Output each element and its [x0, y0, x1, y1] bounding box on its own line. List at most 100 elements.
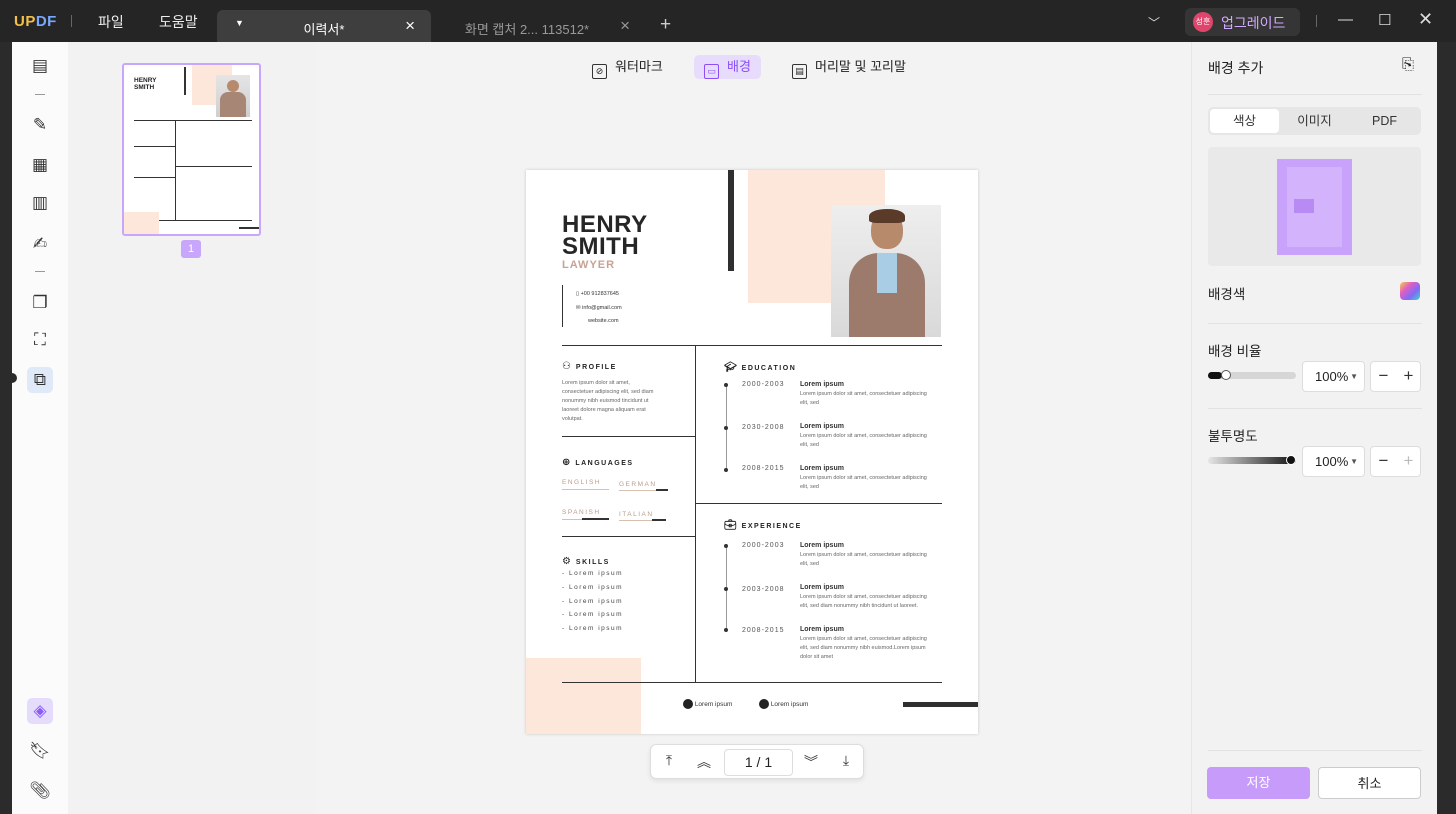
window-close-icon[interactable]: ✕ — [1418, 9, 1433, 30]
tab-color[interactable]: 색상 — [1210, 109, 1279, 133]
left-toolbar: ▤ ✎ ▦ ▥ ✍ ❐ ⛶ ⧉ ◈ 🔖︎ 📎︎ — [12, 42, 68, 814]
apply-pages-icon[interactable]: ⎘ — [1402, 56, 1414, 73]
minus-icon[interactable]: − — [1371, 366, 1396, 386]
bg-color-label: 배경색 — [1208, 287, 1246, 302]
skills-heading: ⚙ SKILLS — [562, 556, 610, 567]
tab-title: 화면 캡처 2... 113512* — [464, 22, 590, 37]
opacity-slider[interactable] — [1208, 455, 1296, 465]
last-page-icon[interactable]: ⤓ — [836, 752, 856, 769]
first-page-icon[interactable]: ⤒ — [659, 752, 679, 769]
upgrade-label: 업그레이드 — [1221, 15, 1286, 31]
page-tools-icon[interactable]: ⧉ — [27, 367, 53, 393]
close-tab-icon[interactable]: × — [620, 16, 630, 36]
avatar: 성훈 — [1193, 12, 1213, 32]
facebook-icon — [759, 699, 769, 709]
menu-file[interactable]: 파일 — [98, 12, 124, 32]
ratio-select[interactable]: 100% ▼ — [1302, 361, 1365, 392]
toolbar-divider — [35, 271, 45, 272]
maximize-icon[interactable]: ☐ — [1378, 11, 1391, 29]
gear-icon: ⚙ — [562, 556, 573, 567]
current-page: 1 — [744, 754, 753, 770]
language-item: ITALIAN — [619, 511, 654, 518]
experience-title: EXPERIENCE — [741, 523, 802, 530]
section-rule — [562, 436, 695, 437]
watermark-icon: ⊘ — [592, 64, 607, 79]
skill-item: - Lorem ipsum — [562, 598, 624, 605]
experience-heading: 💼︎ EXPERIENCE — [724, 520, 802, 531]
twitter-icon — [683, 699, 693, 709]
menu-help[interactable]: 도움말 — [159, 12, 198, 32]
upgrade-button[interactable]: 성훈 업그레이드 — [1185, 8, 1300, 36]
panel-divider — [1208, 408, 1422, 409]
opacity-label: 불투명도 — [1208, 429, 1258, 444]
attachment-icon[interactable]: 📎︎ — [29, 780, 51, 802]
phone-text: ▯ +00 912837645 — [576, 291, 619, 297]
minus-icon[interactable]: − — [1371, 451, 1396, 471]
sign-icon[interactable]: ✍ — [29, 233, 51, 255]
cancel-button[interactable]: 취소 — [1318, 767, 1421, 799]
ratio-slider-handle[interactable] — [1221, 370, 1231, 380]
layers-icon[interactable]: ◈ — [27, 698, 53, 724]
plus-icon[interactable]: + — [1396, 366, 1421, 386]
edit-pdf-icon[interactable]: ▦ — [29, 154, 51, 176]
ratio-stepper[interactable]: − + — [1370, 361, 1421, 392]
save-button[interactable]: 저장 — [1207, 767, 1310, 799]
watermark-tool[interactable]: ⊘ 워터마크 — [588, 55, 667, 79]
facebook-label: Lorem ipsum — [770, 701, 809, 708]
next-page-icon[interactable]: ︾ — [801, 752, 821, 772]
dropdown-caret-icon: ▼ — [1350, 372, 1358, 381]
experience-years: 2000-2003 — [742, 542, 785, 549]
page-number-input[interactable]: 1 / 1 — [724, 749, 793, 776]
background-preview — [1208, 147, 1421, 266]
background-type-tabs: 색상 이미지 PDF — [1208, 107, 1421, 135]
opacity-stepper[interactable]: − + — [1370, 446, 1421, 477]
skill-item: - Lorem ipsum — [562, 611, 624, 618]
email-value: info@gmail.com — [582, 305, 622, 311]
header-footer-tool[interactable]: ▤ 머리말 및 꼬리말 — [788, 55, 910, 79]
page-number-badge: 1 — [181, 240, 201, 258]
panel-divider — [1208, 750, 1422, 751]
title-separator — [1316, 15, 1317, 27]
crop-icon[interactable]: ⛶ — [29, 329, 51, 351]
color-picker-button[interactable] — [1400, 282, 1420, 300]
tab-image[interactable]: 이미지 — [1280, 109, 1349, 133]
close-tab-icon[interactable]: × — [405, 16, 415, 36]
language-bar — [656, 489, 668, 491]
last-name: SMITH — [562, 233, 640, 260]
tab-screen-capture[interactable]: 화면 캡처 2... 113512* × — [432, 10, 646, 42]
experience-text: Lorem ipsum dolor sit amet, consectetuer… — [800, 552, 927, 567]
ratio-label: 배경 비율 — [1208, 344, 1262, 359]
reader-mode-icon[interactable]: ▤ — [29, 55, 51, 77]
person-icon: ⚇ — [562, 361, 573, 372]
tab-list-chevron-icon[interactable]: ﹀ — [1148, 14, 1160, 31]
experience-years: 2008-2015 — [742, 627, 785, 634]
education-title: Lorem ipsum — [800, 423, 844, 430]
website-text: website.com — [588, 318, 619, 324]
twitter-link: Lorem ipsum — [683, 699, 732, 709]
toolbar-divider — [35, 94, 45, 95]
total-pages: 1 — [764, 754, 773, 770]
document-canvas: ⊘ 워터마크 ▭ 배경 ▤ 머리말 및 꼬리말 HENRY SMITH LAWYER ▯… — [316, 42, 1191, 814]
background-tool[interactable]: ▭ 배경 — [694, 55, 761, 79]
page-thumbnail[interactable]: HENRY SMITH — [122, 63, 261, 236]
opacity-slider-handle[interactable] — [1286, 455, 1296, 465]
phone-value: +00 912837645 — [580, 291, 619, 297]
highlight-icon[interactable]: ✎ — [29, 114, 51, 136]
page-navigator: ⤒ ︽ 1 / 1 ︾ ⤓ — [650, 744, 864, 779]
ratio-slider[interactable] — [1208, 370, 1296, 380]
education-text: Lorem ipsum dolor sit amet, consectetuer… — [800, 475, 927, 490]
bookmark-icon[interactable]: 🔖︎ — [29, 740, 51, 762]
tab-resume[interactable]: ▼ 이력서* × — [217, 10, 431, 42]
language-item: SPANISH — [562, 509, 601, 516]
tab-pdf[interactable]: PDF — [1350, 109, 1419, 133]
timeline-dot — [724, 468, 728, 472]
language-bar — [652, 519, 666, 521]
timeline-dot — [724, 426, 728, 430]
organize-pages-icon[interactable]: ❐ — [29, 292, 51, 314]
new-tab-icon[interactable]: + — [660, 14, 671, 36]
form-icon[interactable]: ▥ — [29, 192, 51, 214]
opacity-select[interactable]: 100% ▼ — [1302, 446, 1365, 477]
background-icon: ▭ — [704, 64, 719, 79]
minimize-icon[interactable]: — — [1338, 11, 1353, 28]
previous-page-icon[interactable]: ︽ — [694, 752, 714, 772]
